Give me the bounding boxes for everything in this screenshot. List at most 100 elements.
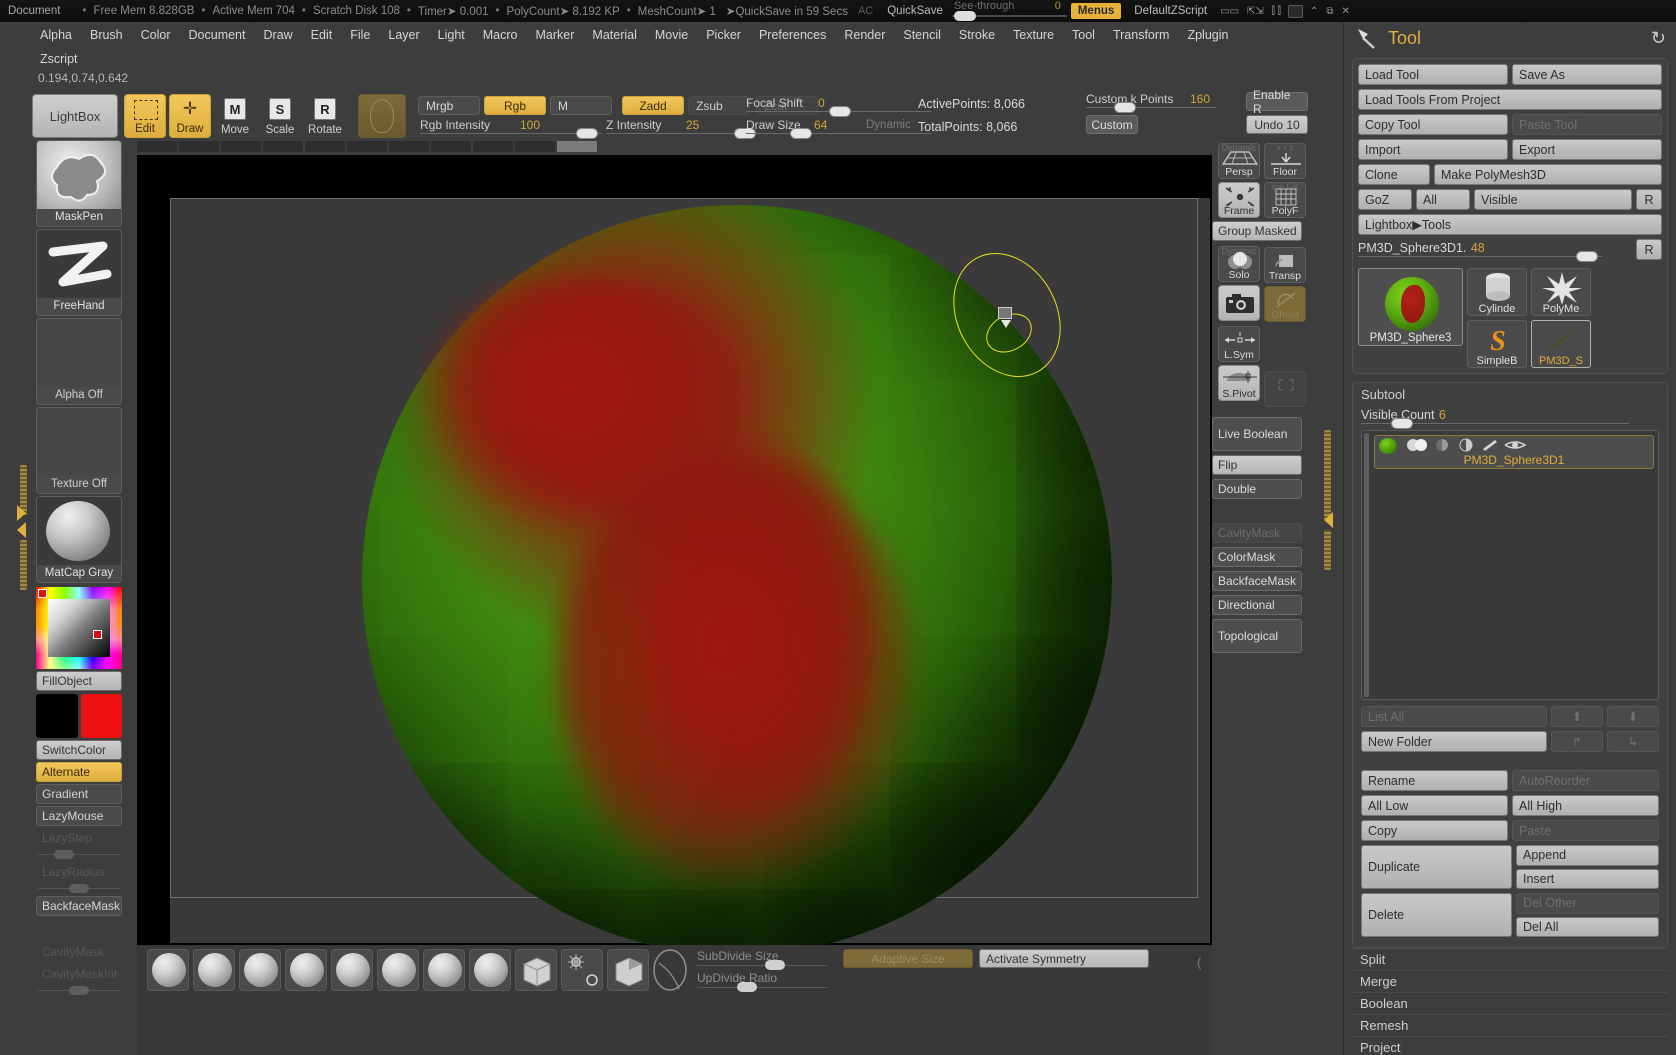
custom-k-points-handle[interactable]: [1114, 102, 1136, 113]
rgb-intensity-handle[interactable]: [576, 128, 598, 139]
lazymouse-button[interactable]: LazyMouse: [36, 806, 122, 826]
tool-item-slider[interactable]: PM3D_Sphere3D1. 48: [1358, 239, 1632, 261]
strip-cell[interactable]: [305, 141, 345, 152]
hue-marker[interactable]: [38, 589, 47, 598]
draw-mode-button[interactable]: ✛ Draw: [169, 94, 211, 138]
zsub-button[interactable]: Zsub: [688, 96, 750, 115]
canvas-viewport[interactable]: [137, 155, 1212, 945]
clone-button[interactable]: Clone: [1358, 164, 1430, 185]
right-shelf-scroll-grip[interactable]: [1324, 430, 1331, 520]
menu-item-transform[interactable]: Transform: [1105, 25, 1178, 45]
brush-planar[interactable]: Planar: [377, 949, 419, 991]
alpha-selector[interactable]: Alpha Off: [36, 318, 122, 405]
import-button[interactable]: Import: [1358, 139, 1508, 160]
contrast-icon[interactable]: [1455, 438, 1477, 454]
live-boolean-button[interactable]: Live Boolean: [1212, 417, 1302, 451]
brush-clip[interactable]: Clip: [515, 949, 557, 991]
visible-button[interactable]: Visible: [1474, 189, 1632, 210]
primary-color-swatch[interactable]: [36, 694, 78, 738]
tool-section-remesh[interactable]: Remesh: [1352, 1014, 1668, 1036]
menu-item-edit[interactable]: Edit: [303, 25, 341, 45]
insert-button[interactable]: Insert: [1516, 869, 1659, 890]
delete-button[interactable]: Delete: [1361, 893, 1512, 937]
tool-section-merge[interactable]: Merge: [1352, 970, 1668, 992]
colormask-button[interactable]: ColorMask: [1212, 547, 1302, 567]
rotate-mode-button[interactable]: R Rotate: [304, 94, 346, 138]
persp-button[interactable]: Dynamic Persp: [1218, 143, 1260, 179]
tool-thumb-polymesh[interactable]: PolyMe: [1531, 268, 1591, 316]
menu-item-document[interactable]: Document: [181, 25, 254, 45]
reset-icon[interactable]: ↻: [1651, 28, 1666, 49]
see-through-handle[interactable]: [954, 11, 976, 21]
edit-mode-button[interactable]: Edit: [124, 94, 166, 138]
gradient-button[interactable]: Gradient: [36, 784, 122, 804]
activate-symmetry-button[interactable]: Activate Symmetry: [979, 949, 1149, 968]
tool-thumb-main[interactable]: PM3D_Sphere3: [1358, 268, 1463, 346]
subtool-copy-button[interactable]: Copy: [1361, 820, 1508, 841]
brush-standard[interactable]: Standard: [147, 949, 189, 991]
minimize-icon[interactable]: ▭▭: [1216, 6, 1243, 17]
zadd-button[interactable]: Zadd: [622, 96, 684, 115]
menu-item-texture[interactable]: Texture: [1005, 25, 1062, 45]
menu-item-zscript[interactable]: Zscript: [32, 49, 86, 69]
material-thumbnail[interactable]: [358, 94, 406, 138]
menu-item-color[interactable]: Color: [133, 25, 179, 45]
append-button[interactable]: Append: [1516, 845, 1659, 866]
rename-button[interactable]: Rename: [1361, 770, 1508, 791]
undo-history-button[interactable]: Undo 10: [1246, 115, 1308, 134]
switchcolor-button[interactable]: SwitchColor: [36, 740, 122, 760]
backfacemask-button[interactable]: BackfaceMask: [36, 896, 122, 916]
menu-collapse-icon[interactable]: ⌃: [1306, 6, 1322, 17]
tool-section-project[interactable]: Project: [1352, 1036, 1668, 1055]
brush-selector[interactable]: MaskPen: [36, 140, 122, 227]
tool-thumb-selected[interactable]: PM3D_S: [1531, 320, 1591, 368]
material-selector[interactable]: MatCap Gray: [36, 496, 122, 583]
strip-cell[interactable]: [347, 141, 387, 152]
flip-button[interactable]: Flip: [1212, 455, 1302, 475]
strip-cell[interactable]: [263, 141, 303, 152]
menu-item-movie[interactable]: Movie: [647, 25, 696, 45]
copy-tool-button[interactable]: Copy Tool: [1358, 114, 1508, 135]
backfacemask-button-right[interactable]: BackfaceMask: [1212, 571, 1302, 591]
menu-item-layer[interactable]: Layer: [380, 25, 427, 45]
save-as-button[interactable]: Save As: [1512, 64, 1662, 85]
paint-icon[interactable]: [1479, 438, 1501, 454]
fillobject-button[interactable]: FillObject: [36, 671, 122, 691]
texture-selector[interactable]: Texture Off: [36, 407, 122, 494]
new-folder-button[interactable]: New Folder: [1361, 731, 1547, 752]
make-polymesh3d-button[interactable]: Make PolyMesh3D: [1434, 164, 1662, 185]
window-arrange-icon[interactable]: ⇱⇲: [1243, 6, 1268, 17]
menu-item-file[interactable]: File: [342, 25, 378, 45]
del-all-button[interactable]: Del All: [1516, 917, 1659, 938]
set-pivot-button[interactable]: S.Pivot: [1218, 365, 1260, 401]
all-low-button[interactable]: All Low: [1361, 795, 1508, 816]
duplicate-button[interactable]: Duplicate: [1361, 845, 1512, 889]
z-intensity-slider[interactable]: Z Intensity 25: [606, 118, 756, 136]
custom-button[interactable]: Custom: [1086, 115, 1138, 134]
brush-trimdyn[interactable]: TrimDyn: [331, 949, 373, 991]
custom-k-points-slider[interactable]: Custom k Points 160: [1086, 92, 1216, 110]
focal-shift-slider[interactable]: Focal Shift 0: [746, 96, 931, 114]
color-picker[interactable]: [36, 587, 122, 669]
left-tray-expand-arrow[interactable]: [17, 505, 26, 521]
brush-move[interactable]: Move: [193, 949, 235, 991]
menu-item-alpha[interactable]: Alpha: [32, 25, 80, 45]
close-icon[interactable]: ✕: [1338, 6, 1354, 17]
menu-item-stencil[interactable]: Stencil: [895, 25, 949, 45]
strip-cell[interactable]: [389, 141, 429, 152]
subtool-scrollbar[interactable]: [1364, 433, 1369, 697]
menus-toggle[interactable]: Menus: [1071, 3, 1121, 19]
menu-item-preferences[interactable]: Preferences: [751, 25, 834, 45]
visible-count-slider[interactable]: Visible Count 6: [1361, 406, 1659, 428]
brush-transpose[interactable]: Transpose: [561, 949, 603, 991]
all-button[interactable]: All: [1416, 189, 1470, 210]
saturation-value-square[interactable]: [48, 599, 110, 657]
menu-item-draw[interactable]: Draw: [256, 25, 301, 45]
menu-item-macro[interactable]: Macro: [475, 25, 526, 45]
polyframe-button[interactable]: ine Fill PolyF: [1264, 182, 1306, 218]
brush-claybuild[interactable]: ClayBuild: [239, 949, 281, 991]
brush-inflate[interactable]: Inflate: [423, 949, 465, 991]
all-high-button[interactable]: All High: [1512, 795, 1659, 816]
visibility-icon[interactable]: [1405, 438, 1427, 454]
visible-count-handle[interactable]: [1391, 418, 1413, 429]
